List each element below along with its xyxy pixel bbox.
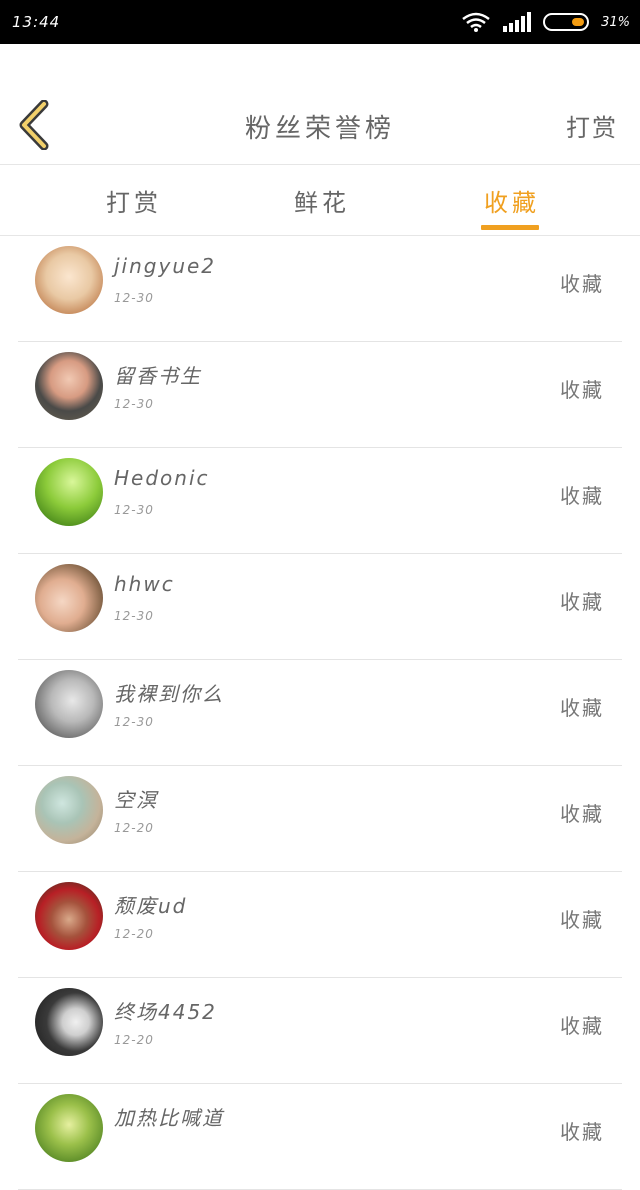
- list-item[interactable]: 留香书生 12-30 收藏: [18, 342, 622, 448]
- list-item[interactable]: hhwc 12-30 收藏: [18, 554, 622, 660]
- item-date: 12-30: [114, 715, 154, 729]
- user-name: 终场4452: [114, 1000, 217, 1024]
- header: 粉丝荣誉榜 打赏: [0, 44, 640, 165]
- favorite-label: 收藏: [560, 1014, 604, 1038]
- battery-percent: 31%: [601, 14, 630, 30]
- item-date: 12-20: [114, 927, 154, 941]
- status-time: 13:44: [12, 13, 61, 31]
- status-icons: 31%: [461, 11, 630, 33]
- item-date: 12-30: [114, 291, 154, 305]
- user-name: 颓废ud: [114, 894, 188, 918]
- favorite-label: 收藏: [560, 272, 604, 296]
- user-name: 我裸到你么: [114, 682, 224, 706]
- reward-button[interactable]: 打赏: [566, 108, 618, 143]
- favorite-label: 收藏: [560, 908, 604, 932]
- list-item[interactable]: 我裸到你么 12-30 收藏: [18, 660, 622, 766]
- tab-favorites[interactable]: 收藏: [484, 183, 540, 218]
- avatar: [35, 776, 103, 844]
- list-item[interactable]: 终场4452 12-20 收藏: [18, 978, 622, 1084]
- avatar: [35, 458, 103, 526]
- battery-icon: [543, 13, 590, 31]
- tab-active-indicator: [481, 225, 539, 230]
- wifi-icon: [462, 12, 490, 32]
- avatar: [35, 1094, 103, 1162]
- status-bar: 13:44 31%: [0, 0, 640, 44]
- favorite-label: 收藏: [560, 802, 604, 826]
- item-date: 12-30: [114, 503, 154, 517]
- list-item[interactable]: 加热比喊道 收藏: [18, 1084, 622, 1190]
- item-date: 12-20: [114, 821, 154, 835]
- avatar: [35, 882, 103, 950]
- favorite-label: 收藏: [560, 696, 604, 720]
- item-date: 12-20: [114, 1033, 154, 1047]
- list-item[interactable]: 颓废ud 12-20 收藏: [18, 872, 622, 978]
- avatar: [35, 352, 103, 420]
- user-name: 留香书生: [114, 364, 202, 388]
- favorite-label: 收藏: [560, 378, 604, 402]
- favorite-label: 收藏: [560, 1120, 604, 1144]
- fan-list: jingyue2 12-30 收藏 留香书生 12-30 收藏 Hedonic …: [0, 236, 640, 1190]
- user-name: jingyue2: [114, 254, 217, 278]
- avatar: [35, 564, 103, 632]
- item-date: 12-30: [114, 609, 154, 623]
- list-item[interactable]: Hedonic 12-30 收藏: [18, 448, 622, 554]
- user-name: Hedonic: [114, 466, 210, 490]
- tab-reward[interactable]: 打赏: [106, 183, 162, 218]
- avatar: [35, 246, 103, 314]
- signal-icon: [503, 12, 532, 32]
- avatar: [35, 988, 103, 1056]
- list-item[interactable]: 空溟 12-20 收藏: [18, 766, 622, 872]
- list-item[interactable]: jingyue2 12-30 收藏: [18, 236, 622, 342]
- tab-bar: 打赏 鲜花 收藏: [0, 165, 640, 236]
- avatar: [35, 670, 103, 738]
- item-date: 12-30: [114, 397, 154, 411]
- favorite-label: 收藏: [560, 590, 604, 614]
- user-name: hhwc: [114, 572, 175, 596]
- favorite-label: 收藏: [560, 484, 604, 508]
- user-name: 空溟: [114, 788, 158, 812]
- page-title: 粉丝荣誉榜: [244, 114, 395, 144]
- user-name: 加热比喊道: [114, 1106, 224, 1130]
- tab-flowers[interactable]: 鲜花: [294, 183, 350, 218]
